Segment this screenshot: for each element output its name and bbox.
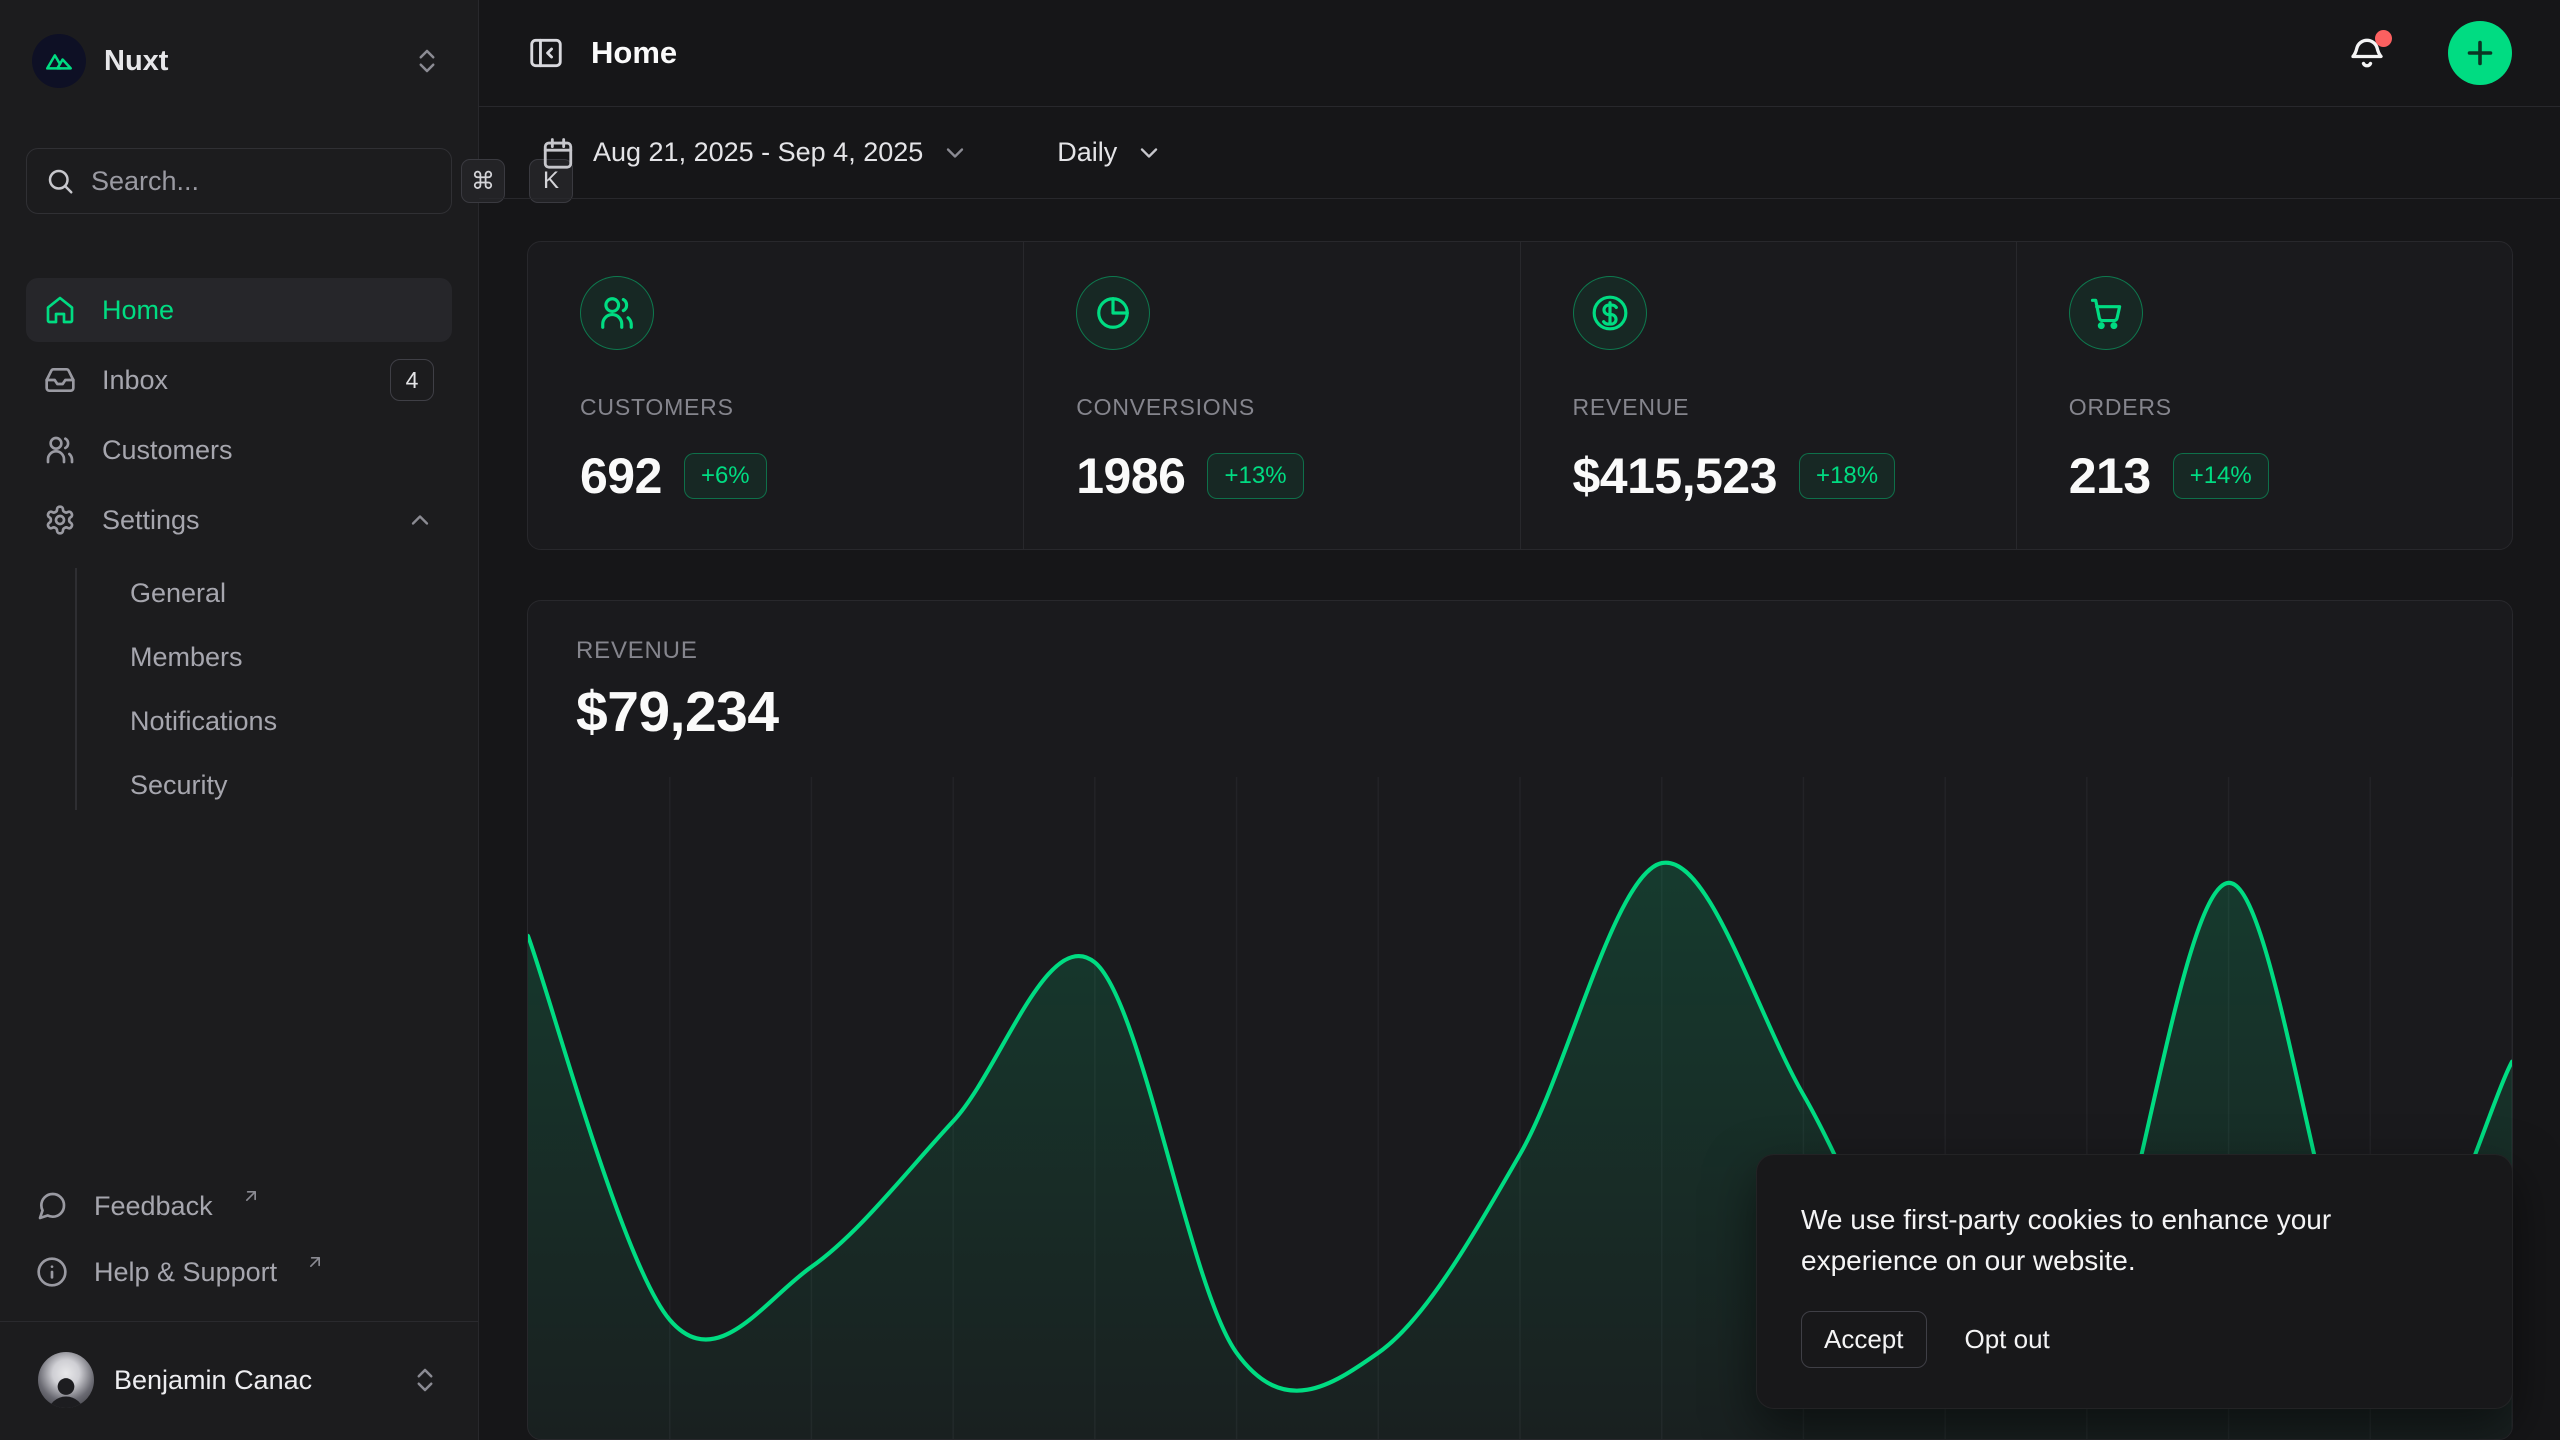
notifications-bell-button[interactable] [2346,32,2388,74]
chevron-up-icon [406,506,434,534]
stat-value: $415,523 [1573,447,1778,505]
page-header: Home [479,0,2560,107]
stat-value: 1986 [1076,447,1185,505]
date-range-picker[interactable]: Aug 21, 2025 - Sep 4, 2025 [527,124,983,182]
gear-icon [44,504,76,536]
circle-dollar-icon [1573,276,1647,350]
feedback-label: Feedback [94,1191,213,1222]
settings-subnav: General Members Notifications Security [26,562,452,816]
workspace-name: Nuxt [104,45,394,78]
cookie-message: We use first-party cookies to enhance yo… [1801,1199,2401,1281]
user-section: Benjamin Canac [0,1321,478,1440]
inbox-icon [44,364,76,396]
stat-delta-badge: +13% [1207,453,1303,499]
add-button[interactable] [2448,21,2512,85]
stat-label: ORDERS [2069,394,2472,421]
sidebar-item-label: Inbox [102,365,168,396]
workspace-switcher[interactable]: Nuxt [26,26,452,96]
avatar [38,1352,94,1408]
sidebar-item-home[interactable]: Home [26,278,452,342]
stat-orders[interactable]: ORDERS 213 +14% [2016,242,2512,549]
sidebar: Nuxt ⌘ K Home Inbox 4 [0,0,479,1440]
stat-conversions[interactable]: CONVERSIONS 1986 +13% [1023,242,1519,549]
notification-dot [2375,30,2392,47]
sidebar-nav: Home Inbox 4 Customers Settings [26,278,452,816]
sidebar-item-label: Settings [102,505,200,536]
sidebar-item-security[interactable]: Security [130,754,452,816]
home-icon [44,294,76,326]
shopping-cart-icon [2069,276,2143,350]
revenue-chart-value: $79,234 [576,679,2464,745]
search-input[interactable] [91,166,445,197]
accept-button[interactable]: Accept [1801,1311,1927,1368]
subnav-label: Notifications [130,706,277,737]
subnav-label: Members [130,642,243,673]
sidebar-item-notifications[interactable]: Notifications [130,690,452,752]
filters-toolbar: Aug 21, 2025 - Sep 4, 2025 Daily [479,107,2560,199]
feedback-link[interactable]: Feedback [26,1175,452,1237]
users-icon [44,434,76,466]
stat-delta-badge: +14% [2173,453,2269,499]
subnav-label: Security [130,770,228,801]
user-menu[interactable]: Benjamin Canac [26,1342,452,1418]
search-icon [45,166,75,196]
granularity-label: Daily [1057,137,1117,168]
help-support-link[interactable]: Help & Support [26,1241,452,1303]
date-range-label: Aug 21, 2025 - Sep 4, 2025 [593,137,923,168]
stat-delta-badge: +18% [1799,453,1895,499]
revenue-chart-label: REVENUE [576,637,2464,665]
collapse-sidebar-icon[interactable] [527,34,565,72]
external-link-icon [305,1252,325,1272]
opt-out-button[interactable]: Opt out [1961,1312,2054,1367]
sidebar-footer: Feedback Help & Support [26,1175,452,1321]
info-circle-icon [36,1256,68,1288]
subnav-label: General [130,578,226,609]
stat-label: CONVERSIONS [1076,394,1479,421]
stat-label: REVENUE [1573,394,1976,421]
users-icon [580,276,654,350]
chevrons-up-down-icon [412,46,442,76]
nuxt-logo-icon [32,34,86,88]
inbox-unread-badge: 4 [390,359,434,401]
sidebar-item-members[interactable]: Members [130,626,452,688]
chevron-down-icon [941,139,969,167]
stats-card: CUSTOMERS 692 +6% CONVERSIONS 1986 +13% [527,241,2513,550]
pie-chart-icon [1076,276,1150,350]
chevrons-up-down-icon [410,1365,440,1395]
sidebar-item-inbox[interactable]: Inbox 4 [26,348,452,412]
stat-delta-badge: +6% [684,453,767,499]
page-title: Home [591,35,2320,71]
main-area: Home Aug 21, 2025 - Sep 4, 2025 Daily [479,0,2560,1440]
stat-label: CUSTOMERS [580,394,983,421]
granularity-select[interactable]: Daily [1043,125,1177,180]
chevron-down-icon [1135,139,1163,167]
sidebar-item-label: Home [102,295,174,326]
user-name: Benjamin Canac [114,1365,390,1396]
sidebar-item-customers[interactable]: Customers [26,418,452,482]
stat-customers[interactable]: CUSTOMERS 692 +6% [528,242,1023,549]
calendar-icon [541,136,575,170]
external-link-icon [241,1186,261,1206]
message-bubble-icon [36,1190,68,1222]
sidebar-item-general[interactable]: General [130,562,452,624]
sidebar-item-settings[interactable]: Settings [26,488,452,552]
stat-value: 213 [2069,447,2151,505]
search-input-wrap[interactable]: ⌘ K [26,148,452,214]
stat-revenue[interactable]: REVENUE $415,523 +18% [1520,242,2016,549]
help-support-label: Help & Support [94,1257,277,1288]
sidebar-item-label: Customers [102,435,233,466]
cookie-banner: We use first-party cookies to enhance yo… [1756,1154,2513,1409]
stat-value: 692 [580,447,662,505]
